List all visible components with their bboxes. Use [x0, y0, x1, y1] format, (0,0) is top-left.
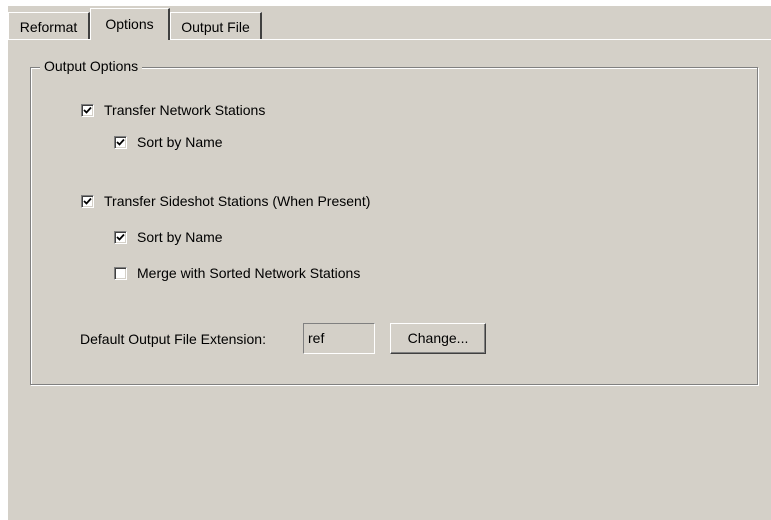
default-extension-label: Default Output File Extension: [80, 331, 266, 347]
checkbox-box[interactable] [114, 135, 127, 149]
checkmark-icon [116, 138, 125, 146]
sort-network-by-name-label: Sort by Name [137, 134, 223, 150]
sort-sideshot-by-name-label: Sort by Name [137, 229, 223, 245]
change-button[interactable]: Change... [390, 323, 486, 354]
transfer-sideshot-stations-label: Transfer Sideshot Stations (When Present… [104, 193, 371, 209]
sort-network-by-name-checkbox[interactable]: Sort by Name [114, 133, 223, 151]
checkbox-box[interactable] [81, 194, 94, 208]
checkmark-icon [83, 106, 92, 114]
options-dialog: Reformat Options Output File Output Opti… [8, 6, 771, 520]
default-extension-field: ref [303, 323, 375, 354]
tab-reformat[interactable]: Reformat [8, 12, 90, 40]
transfer-network-stations-label: Transfer Network Stations [104, 102, 266, 118]
sort-sideshot-by-name-checkbox[interactable]: Sort by Name [114, 228, 223, 246]
tab-options[interactable]: Options [90, 8, 170, 40]
merge-sorted-network-checkbox[interactable]: Merge with Sorted Network Stations [114, 264, 360, 282]
checkbox-box[interactable] [114, 266, 127, 280]
group-title: Output Options [40, 57, 143, 75]
checkbox-box[interactable] [114, 230, 127, 244]
tab-output-file[interactable]: Output File [170, 12, 262, 40]
transfer-sideshot-stations-checkbox[interactable]: Transfer Sideshot Stations (When Present… [81, 192, 370, 210]
transfer-network-stations-checkbox[interactable]: Transfer Network Stations [81, 101, 265, 119]
merge-sorted-network-label: Merge with Sorted Network Stations [137, 265, 361, 281]
checkbox-box[interactable] [81, 103, 94, 117]
checkmark-icon [83, 197, 92, 205]
checkmark-icon [116, 233, 125, 241]
